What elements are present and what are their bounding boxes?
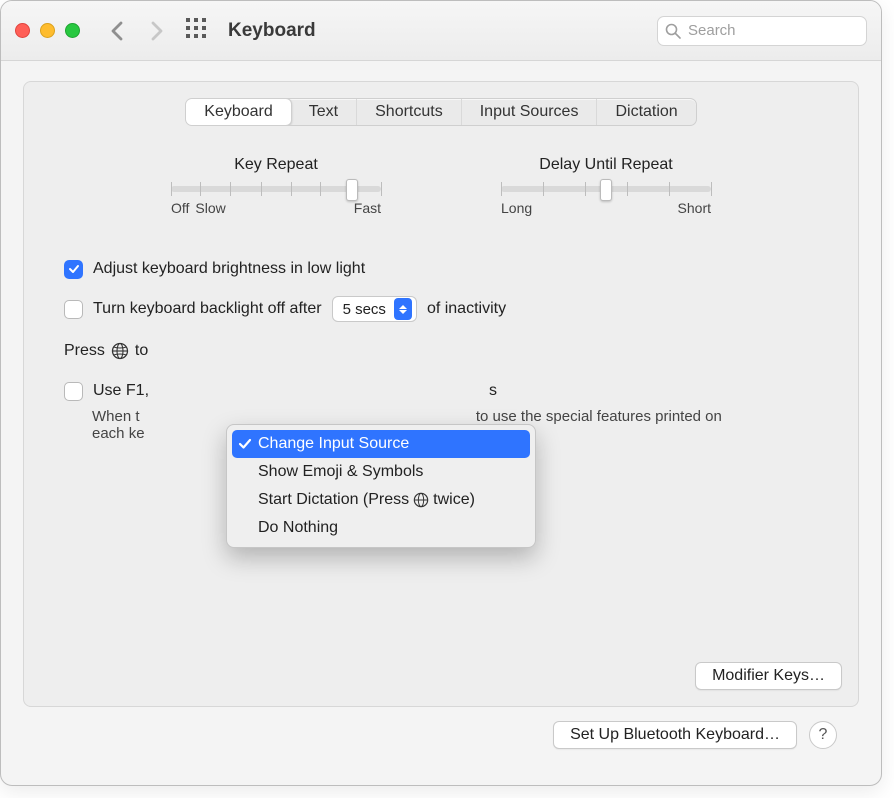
label-fast: Fast <box>354 200 381 216</box>
page-title: Keyboard <box>228 20 316 42</box>
opt-fn-row: Use F1, s <box>64 378 818 404</box>
fn-caption-right: to use the special features printed on <box>476 408 722 425</box>
checkmark-icon <box>238 437 252 456</box>
tabs-bar: Keyboard Text Shortcuts Input Sources Di… <box>24 98 858 126</box>
brightness-checkbox[interactable] <box>64 260 83 279</box>
back-button[interactable] <box>110 21 124 41</box>
delay-repeat-thumb[interactable] <box>600 179 612 201</box>
key-repeat-slider[interactable] <box>171 186 381 192</box>
titlebar: Keyboard <box>1 1 881 61</box>
help-button[interactable]: ? <box>809 721 837 749</box>
delay-repeat-block: Delay Until Repeat Long Short <box>501 156 711 216</box>
tab-label: Dictation <box>615 103 677 121</box>
key-repeat-thumb[interactable] <box>346 179 358 201</box>
show-all-preferences-button[interactable] <box>186 18 206 43</box>
menu-item-do-nothing[interactable]: Do Nothing <box>232 514 530 542</box>
zoom-window-button[interactable] <box>65 23 80 38</box>
nav-back-forward <box>110 21 164 41</box>
tab-keyboard[interactable]: Keyboard <box>185 98 292 126</box>
menu-item-label: Do Nothing <box>258 519 338 537</box>
fn-caption-line2: each ke <box>92 425 145 442</box>
globe-icon <box>111 342 129 360</box>
menu-item-start-dictation[interactable]: Start Dictation (Press twice) <box>232 486 530 514</box>
tab-dictation[interactable]: Dictation <box>597 99 695 125</box>
preferences-panel: Keyboard Text Shortcuts Input Sources Di… <box>23 81 859 707</box>
help-label: ? <box>819 726 828 744</box>
menu-item-label-pre: Start Dictation (Press <box>258 491 409 509</box>
system-preferences-window: Keyboard Keyboard Text Shortcuts Input S… <box>0 0 882 786</box>
opt-backlight-row: Turn keyboard backlight off after 5 secs… <box>64 296 818 322</box>
search-input[interactable] <box>657 16 867 46</box>
backlight-suffix: of inactivity <box>427 300 506 318</box>
modifier-keys-label: Modifier Keys… <box>712 667 825 685</box>
delay-repeat-title: Delay Until Repeat <box>501 156 711 174</box>
tab-text[interactable]: Text <box>291 99 357 125</box>
press-prefix: Press <box>64 342 105 360</box>
brightness-label: Adjust keyboard brightness in low light <box>93 260 365 278</box>
tab-label: Shortcuts <box>375 103 443 121</box>
content-area: Keyboard Text Shortcuts Input Sources Di… <box>1 61 881 769</box>
press-globe-dropdown-menu[interactable]: Change Input Source Show Emoji & Symbols… <box>226 424 536 548</box>
opt-brightness-row: Adjust keyboard brightness in low light <box>64 256 818 282</box>
tab-label: Text <box>309 103 338 121</box>
fn-label-right: s <box>489 382 497 400</box>
setup-bluetooth-keyboard-button[interactable]: Set Up Bluetooth Keyboard… <box>553 721 797 749</box>
menu-item-label: Show Emoji & Symbols <box>258 463 423 481</box>
tab-label: Input Sources <box>480 103 579 121</box>
fn-label-left: Use F1, <box>93 382 149 400</box>
menu-item-show-emoji[interactable]: Show Emoji & Symbols <box>232 458 530 486</box>
fn-caption-left: When t <box>92 408 140 425</box>
globe-icon <box>413 492 429 508</box>
fn-checkbox[interactable] <box>64 382 83 401</box>
label-short: Short <box>678 200 711 216</box>
label-long: Long <box>501 200 532 216</box>
sliders-row: Key Repeat Off Slow Fast Delay Until <box>24 156 858 216</box>
minimize-window-button[interactable] <box>40 23 55 38</box>
menu-item-change-input-source[interactable]: Change Input Source <box>232 430 530 458</box>
footer-row: Set Up Bluetooth Keyboard… ? <box>23 707 859 749</box>
forward-button[interactable] <box>150 21 164 41</box>
backlight-prefix: Turn keyboard backlight off after <box>93 300 322 318</box>
setup-bt-label: Set Up Bluetooth Keyboard… <box>570 726 780 744</box>
backlight-duration-value: 5 secs <box>343 301 386 318</box>
backlight-duration-popup[interactable]: 5 secs <box>332 296 417 322</box>
label-slow: Slow <box>195 200 225 216</box>
segmented-control: Keyboard Text Shortcuts Input Sources Di… <box>185 98 696 126</box>
tab-shortcuts[interactable]: Shortcuts <box>357 99 462 125</box>
search-field-wrap <box>657 16 867 46</box>
delay-repeat-labels: Long Short <box>501 200 711 216</box>
delay-repeat-slider[interactable] <box>501 186 711 192</box>
modifier-keys-button[interactable]: Modifier Keys… <box>695 662 842 690</box>
key-repeat-title: Key Repeat <box>171 156 381 174</box>
menu-item-label: Change Input Source <box>258 435 409 453</box>
press-globe-row: Press to <box>64 342 818 360</box>
window-controls <box>15 23 80 38</box>
stepper-icon <box>394 298 412 320</box>
tab-label: Keyboard <box>204 103 273 121</box>
menu-item-label-post: twice) <box>433 491 475 509</box>
key-repeat-labels: Off Slow Fast <box>171 200 381 216</box>
backlight-checkbox[interactable] <box>64 300 83 319</box>
close-window-button[interactable] <box>15 23 30 38</box>
options: Adjust keyboard brightness in low light … <box>64 256 818 322</box>
press-middle: to <box>135 342 148 360</box>
search-icon <box>665 23 681 44</box>
tab-input-sources[interactable]: Input Sources <box>462 99 598 125</box>
key-repeat-block: Key Repeat Off Slow Fast <box>171 156 381 216</box>
label-off: Off <box>171 200 189 216</box>
